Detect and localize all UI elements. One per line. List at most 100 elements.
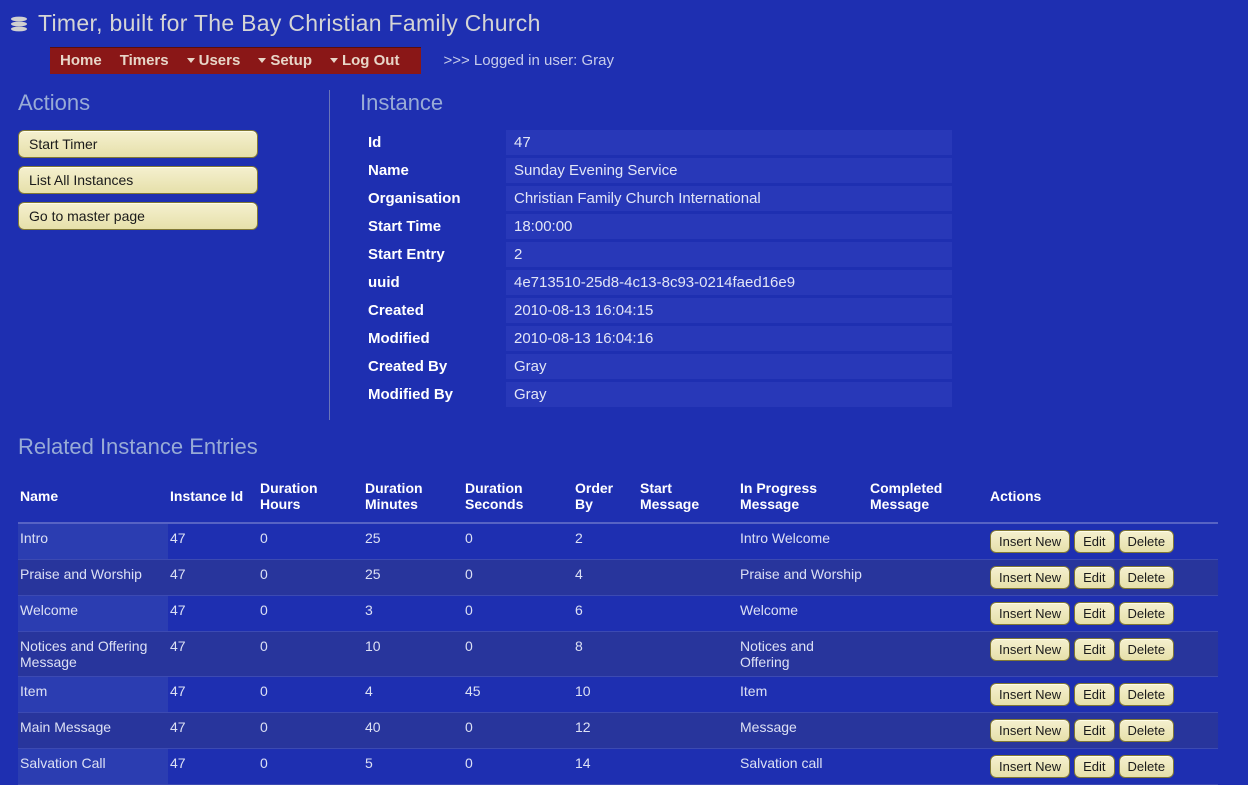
insert-new-button[interactable]: Insert New	[990, 530, 1070, 553]
cell-ob: 10	[573, 677, 638, 713]
col-name: Name	[18, 474, 168, 523]
table-row: Main Message47040012MessageInsert NewEdi…	[18, 713, 1218, 749]
col-in-progress: In Progress Message	[738, 474, 868, 523]
cell-ob: 14	[573, 749, 638, 785]
table-row: Welcome470306WelcomeInsert NewEditDelete	[18, 596, 1218, 632]
master-page-button[interactable]: Go to master page	[18, 202, 258, 230]
insert-new-button[interactable]: Insert New	[990, 755, 1070, 778]
edit-button[interactable]: Edit	[1074, 719, 1114, 742]
cell-iid: 47	[168, 523, 258, 560]
label-uuid: uuid	[360, 269, 506, 297]
cell-iid: 47	[168, 632, 258, 677]
cell-iid: 47	[168, 713, 258, 749]
cell-actions: Insert NewEditDelete	[988, 632, 1218, 677]
related-heading: Related Instance Entries	[18, 434, 1230, 460]
main-nav: Home Timers Users Setup Log Out	[50, 47, 421, 74]
col-instance-id: Instance Id	[168, 474, 258, 523]
cell-name: Main Message	[18, 713, 168, 749]
table-row: Notices and Offering Message4701008Notic…	[18, 632, 1218, 677]
chevron-down-icon	[187, 58, 195, 63]
cell-cm	[868, 560, 988, 596]
cell-iid: 47	[168, 596, 258, 632]
nav-timers[interactable]: Timers	[120, 52, 169, 69]
delete-button[interactable]: Delete	[1119, 566, 1175, 589]
label-modified-by: Modified By	[360, 381, 506, 409]
delete-button[interactable]: Delete	[1119, 530, 1175, 553]
cell-dm: 25	[363, 523, 463, 560]
cell-cm	[868, 749, 988, 785]
cell-ip: Notices and Offering	[738, 632, 868, 677]
cell-iid: 47	[168, 560, 258, 596]
cell-dh: 0	[258, 632, 363, 677]
cell-ip: Message	[738, 713, 868, 749]
logged-in-user: >>> Logged in user: Gray	[443, 52, 614, 69]
cell-ds: 0	[463, 713, 573, 749]
table-row: Praise and Worship4702504Praise and Wors…	[18, 560, 1218, 596]
stack-icon	[10, 16, 28, 32]
entries-table: Name Instance Id Duration Hours Duration…	[18, 474, 1218, 785]
value-created: 2010-08-13 16:04:15	[506, 297, 952, 325]
cell-ob: 8	[573, 632, 638, 677]
nav-users[interactable]: Users	[187, 52, 241, 69]
delete-button[interactable]: Delete	[1119, 719, 1175, 742]
value-modified: 2010-08-13 16:04:16	[506, 325, 952, 353]
cell-name: Praise and Worship	[18, 560, 168, 596]
cell-dh: 0	[258, 523, 363, 560]
insert-new-button[interactable]: Insert New	[990, 638, 1070, 661]
col-actions: Actions	[988, 474, 1218, 523]
insert-new-button[interactable]: Insert New	[990, 602, 1070, 625]
label-created-by: Created By	[360, 353, 506, 381]
value-start-entry: 2	[506, 241, 952, 269]
nav-home[interactable]: Home	[60, 52, 102, 69]
cell-actions: Insert NewEditDelete	[988, 523, 1218, 560]
col-duration-hours: Duration Hours	[258, 474, 363, 523]
chevron-down-icon	[258, 58, 266, 63]
instance-details: Id47 NameSunday Evening Service Organisa…	[360, 130, 952, 410]
insert-new-button[interactable]: Insert New	[990, 566, 1070, 589]
cell-dh: 0	[258, 713, 363, 749]
nav-setup-label: Setup	[270, 52, 312, 69]
cell-iid: 47	[168, 749, 258, 785]
instance-heading: Instance	[360, 90, 952, 116]
edit-button[interactable]: Edit	[1074, 755, 1114, 778]
table-row: Salvation Call4705014Salvation callInser…	[18, 749, 1218, 785]
cell-actions: Insert NewEditDelete	[988, 677, 1218, 713]
col-completed: Completed Message	[868, 474, 988, 523]
edit-button[interactable]: Edit	[1074, 602, 1114, 625]
list-instances-button[interactable]: List All Instances	[18, 166, 258, 194]
cell-dh: 0	[258, 749, 363, 785]
nav-setup[interactable]: Setup	[258, 52, 312, 69]
insert-new-button[interactable]: Insert New	[990, 683, 1070, 706]
cell-ip: Intro Welcome	[738, 523, 868, 560]
label-start-time: Start Time	[360, 213, 506, 241]
delete-button[interactable]: Delete	[1119, 602, 1175, 625]
cell-ip: Welcome	[738, 596, 868, 632]
cell-ip: Item	[738, 677, 868, 713]
delete-button[interactable]: Delete	[1119, 755, 1175, 778]
label-created: Created	[360, 297, 506, 325]
cell-sm	[638, 749, 738, 785]
delete-button[interactable]: Delete	[1119, 638, 1175, 661]
page-title: Timer, built for The Bay Christian Famil…	[38, 10, 541, 37]
delete-button[interactable]: Delete	[1119, 683, 1175, 706]
label-org: Organisation	[360, 185, 506, 213]
edit-button[interactable]: Edit	[1074, 566, 1114, 589]
cell-cm	[868, 596, 988, 632]
cell-ip: Salvation call	[738, 749, 868, 785]
cell-ds: 0	[463, 596, 573, 632]
cell-dh: 0	[258, 596, 363, 632]
nav-logout[interactable]: Log Out	[330, 52, 399, 69]
table-row: Item47044510ItemInsert NewEditDelete	[18, 677, 1218, 713]
col-start-message: Start Message	[638, 474, 738, 523]
label-name: Name	[360, 157, 506, 185]
cell-cm	[868, 632, 988, 677]
value-start-time: 18:00:00	[506, 213, 952, 241]
edit-button[interactable]: Edit	[1074, 683, 1114, 706]
insert-new-button[interactable]: Insert New	[990, 719, 1070, 742]
start-timer-button[interactable]: Start Timer	[18, 130, 258, 158]
cell-cm	[868, 677, 988, 713]
cell-sm	[638, 596, 738, 632]
cell-name: Item	[18, 677, 168, 713]
edit-button[interactable]: Edit	[1074, 638, 1114, 661]
edit-button[interactable]: Edit	[1074, 530, 1114, 553]
